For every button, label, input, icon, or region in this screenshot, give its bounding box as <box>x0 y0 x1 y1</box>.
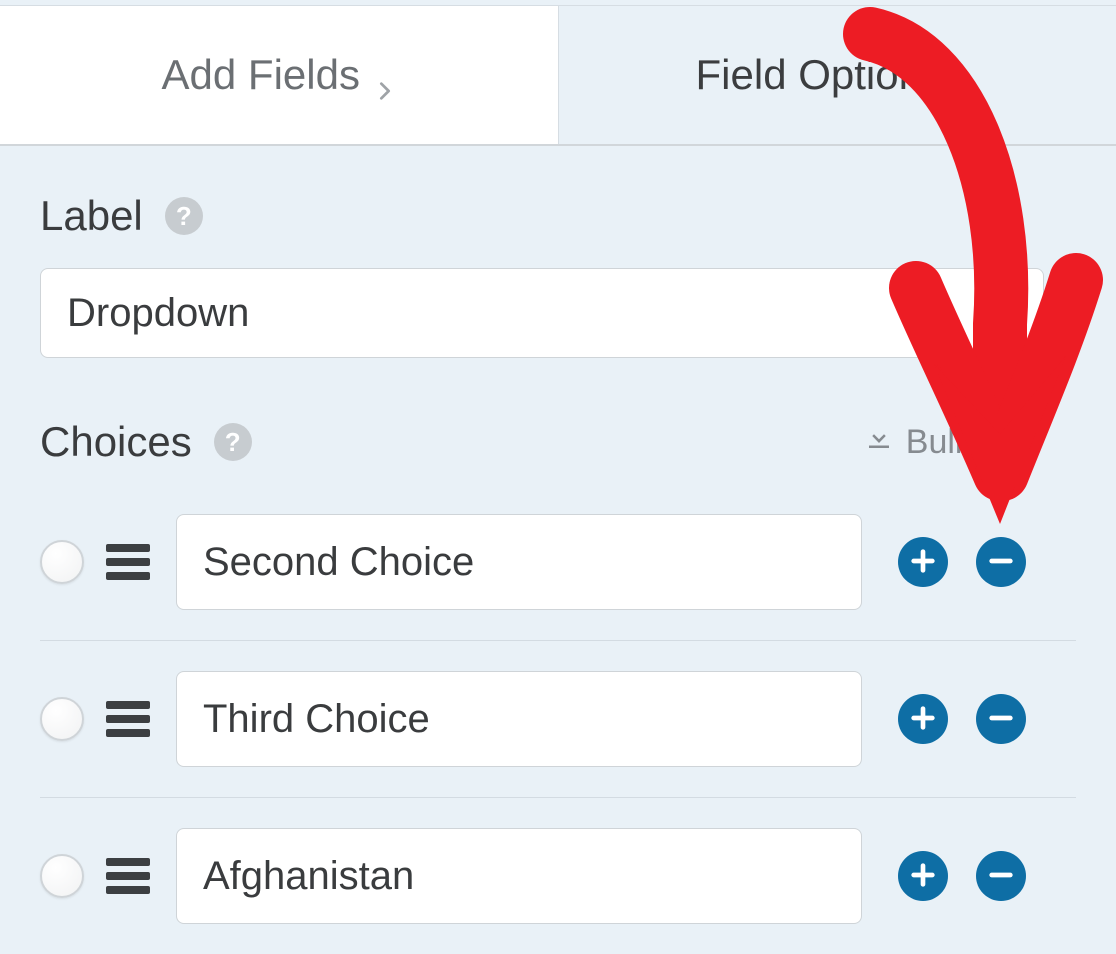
choice-row-actions <box>898 851 1026 901</box>
choice-row <box>40 641 1076 798</box>
drag-handle-icon[interactable] <box>106 544 150 580</box>
choices-list <box>40 496 1076 954</box>
bulk-add-label: Bulk Add <box>906 423 1040 462</box>
choice-row-actions <box>898 694 1026 744</box>
drag-handle-icon[interactable] <box>106 701 150 737</box>
choice-input[interactable] <box>176 514 862 610</box>
help-icon[interactable]: ? <box>214 423 252 461</box>
choice-row-actions <box>898 537 1026 587</box>
choice-row <box>40 496 1076 641</box>
remove-choice-button[interactable] <box>976 537 1026 587</box>
plus-icon <box>909 704 937 735</box>
add-choice-button[interactable] <box>898 694 948 744</box>
add-choice-button[interactable] <box>898 851 948 901</box>
label-title: Label <box>40 192 143 240</box>
chevron-right-icon <box>374 64 396 86</box>
label-header: Label ? <box>40 192 1076 240</box>
minus-icon <box>987 704 1015 735</box>
default-choice-radio[interactable] <box>40 697 84 741</box>
default-choice-radio[interactable] <box>40 854 84 898</box>
download-icon <box>864 423 894 462</box>
choice-input[interactable] <box>176 671 862 767</box>
choices-header: Choices ? Bulk Add <box>40 418 1076 466</box>
tab-add-fields-label: Add Fields <box>162 51 360 99</box>
tab-field-options[interactable]: Field Options <box>559 6 1116 144</box>
choice-input[interactable] <box>176 828 862 924</box>
choice-row <box>40 798 1076 954</box>
remove-choice-button[interactable] <box>976 851 1026 901</box>
bulk-add-button[interactable]: Bulk Add <box>864 423 1076 462</box>
default-choice-radio[interactable] <box>40 540 84 584</box>
chevron-down-icon <box>957 64 979 86</box>
remove-choice-button[interactable] <box>976 694 1026 744</box>
choices-title: Choices <box>40 418 192 466</box>
plus-icon <box>909 861 937 892</box>
label-input[interactable] <box>40 268 1044 358</box>
tab-add-fields[interactable]: Add Fields <box>0 6 559 144</box>
add-choice-button[interactable] <box>898 537 948 587</box>
tabs-bar: Add Fields Field Options <box>0 6 1116 146</box>
tab-field-options-label: Field Options <box>696 51 943 99</box>
field-options-panel: Label ? Choices ? Bulk Add <box>0 146 1116 954</box>
minus-icon <box>987 861 1015 892</box>
minus-icon <box>987 547 1015 578</box>
help-icon[interactable]: ? <box>165 197 203 235</box>
drag-handle-icon[interactable] <box>106 858 150 894</box>
plus-icon <box>909 547 937 578</box>
